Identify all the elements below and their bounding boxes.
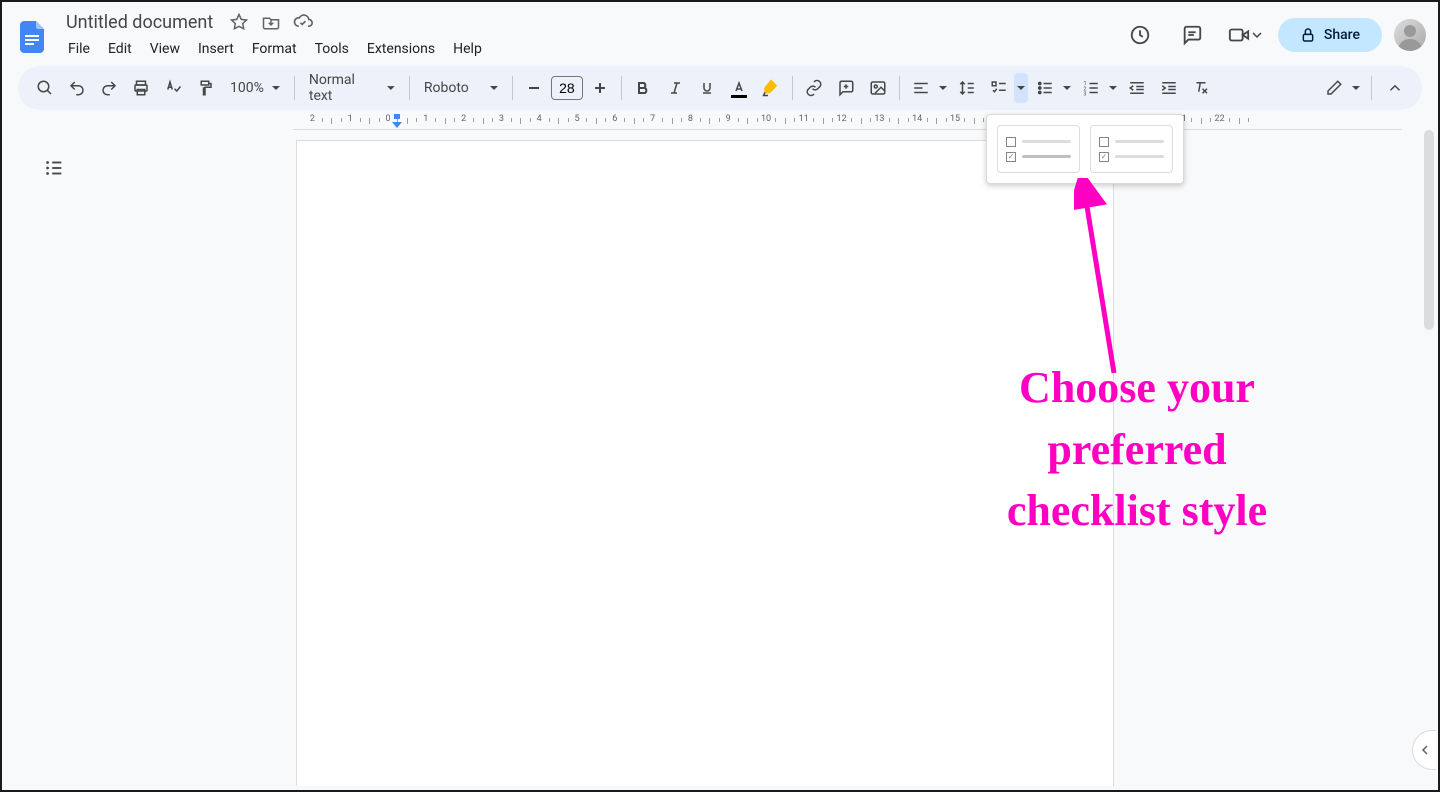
show-outline-button[interactable] xyxy=(36,150,72,186)
checklist-style-plain[interactable] xyxy=(1090,125,1173,173)
styles-value: Normal text xyxy=(309,72,379,104)
vertical-scrollbar[interactable] xyxy=(1424,130,1434,330)
indent-marker[interactable] xyxy=(392,114,402,128)
font-size-increase-button[interactable] xyxy=(585,73,615,103)
zoom-dropdown[interactable]: 100% xyxy=(222,76,288,100)
menu-tools[interactable]: Tools xyxy=(307,37,357,61)
numbered-list-dropdown[interactable]: 123 xyxy=(1076,73,1120,103)
collapse-toolbar-button[interactable] xyxy=(1380,73,1410,103)
insert-comment-button[interactable] xyxy=(831,73,861,103)
font-dropdown[interactable]: Roboto xyxy=(416,76,506,100)
comments-icon[interactable] xyxy=(1172,15,1212,55)
text-color-indicator xyxy=(731,95,747,98)
checklist-dropdown[interactable] xyxy=(984,73,1028,103)
clear-formatting-button[interactable] xyxy=(1186,73,1216,103)
undo-button[interactable] xyxy=(62,73,92,103)
lock-icon xyxy=(1300,27,1316,43)
text-color-button[interactable] xyxy=(724,73,754,103)
insert-image-button[interactable] xyxy=(863,73,893,103)
separator xyxy=(1371,76,1372,100)
font-value: Roboto xyxy=(424,80,469,96)
checklist-style-strikethrough[interactable] xyxy=(997,125,1080,173)
underline-button[interactable] xyxy=(692,73,722,103)
styles-dropdown[interactable]: Normal text xyxy=(301,68,403,108)
menu-help[interactable]: Help xyxy=(445,37,490,61)
font-size-stepper xyxy=(519,73,615,103)
meet-icon[interactable] xyxy=(1224,15,1266,55)
separator xyxy=(899,76,900,100)
menu-extensions[interactable]: Extensions xyxy=(359,37,443,61)
title-bar: Untitled document File Edit View Insert … xyxy=(2,2,1438,62)
menu-format[interactable]: Format xyxy=(244,37,305,61)
bulleted-list-dropdown[interactable] xyxy=(1030,73,1074,103)
highlight-button[interactable] xyxy=(756,73,786,103)
checklist-dropdown-caret[interactable] xyxy=(1014,73,1028,103)
horizontal-ruler[interactable]: 21012345678910111213141516171819202122 xyxy=(18,114,1422,130)
search-menus-button[interactable] xyxy=(30,73,60,103)
star-icon[interactable] xyxy=(227,10,251,34)
document-title[interactable]: Untitled document xyxy=(60,10,219,35)
line-spacing-button[interactable] xyxy=(952,73,982,103)
menu-file[interactable]: File xyxy=(60,37,98,61)
menu-bar: File Edit View Insert Format Tools Exten… xyxy=(60,37,1120,61)
print-button[interactable] xyxy=(126,73,156,103)
document-page[interactable] xyxy=(296,140,1114,786)
share-button[interactable]: Share xyxy=(1278,18,1382,52)
share-label: Share xyxy=(1324,27,1360,43)
separator xyxy=(294,76,295,100)
menu-view[interactable]: View xyxy=(142,37,188,61)
separator xyxy=(621,76,622,100)
zoom-value: 100% xyxy=(230,80,264,96)
svg-text:3: 3 xyxy=(1083,92,1086,98)
increase-indent-button[interactable] xyxy=(1154,73,1184,103)
move-icon[interactable] xyxy=(259,10,283,34)
align-dropdown[interactable] xyxy=(906,73,950,103)
separator xyxy=(512,76,513,100)
toolbar: 100% Normal text Roboto xyxy=(18,66,1422,110)
redo-button[interactable] xyxy=(94,73,124,103)
separator xyxy=(792,76,793,100)
user-avatar[interactable] xyxy=(1394,19,1426,51)
cloud-status-icon[interactable] xyxy=(291,10,315,34)
spellcheck-button[interactable] xyxy=(158,73,188,103)
checklist-style-popup xyxy=(986,114,1184,184)
document-area xyxy=(6,130,1434,786)
bold-button[interactable] xyxy=(628,73,658,103)
separator xyxy=(409,76,410,100)
docs-logo-icon[interactable] xyxy=(14,19,50,55)
font-size-input[interactable] xyxy=(551,76,583,100)
insert-link-button[interactable] xyxy=(799,73,829,103)
menu-insert[interactable]: Insert xyxy=(190,37,242,61)
decrease-indent-button[interactable] xyxy=(1122,73,1152,103)
italic-button[interactable] xyxy=(660,73,690,103)
history-icon[interactable] xyxy=(1120,15,1160,55)
app-window: Untitled document File Edit View Insert … xyxy=(0,0,1440,792)
font-size-decrease-button[interactable] xyxy=(519,73,549,103)
paint-format-button[interactable] xyxy=(190,73,220,103)
menu-edit[interactable]: Edit xyxy=(100,37,140,61)
editing-mode-dropdown[interactable] xyxy=(1319,73,1363,103)
